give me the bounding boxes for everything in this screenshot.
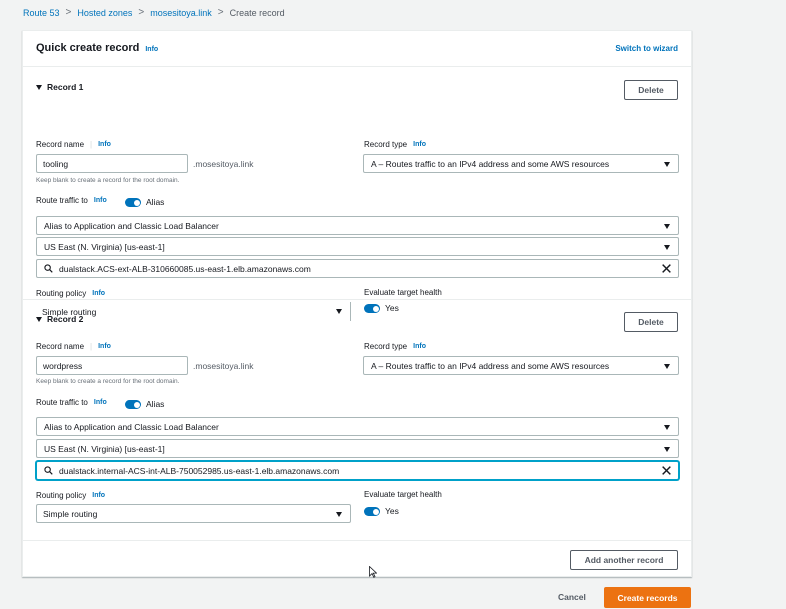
region-select[interactable]: US East (N. Virginia) [us-east-1] [36,439,679,458]
load-balancer-value: dualstack.internal-ACS-int-ALB-750052985… [59,465,340,476]
domain-suffix: .mosesitoya.link [193,361,254,371]
record-2-toggle[interactable]: Record 2 [36,314,83,324]
record-type-value: A – Routes traffic to an IPv4 address an… [371,158,610,169]
record-1-title: Record 1 [47,82,84,92]
breadcrumb: Route 53 > Hosted zones > mosesitoya.lin… [23,7,285,18]
routing-policy-label-text: Routing policy [36,289,87,298]
load-balancer-value: dualstack.ACS-ext-ALB-310660085.us-east-… [59,263,311,274]
chevron-right-icon: > [138,7,145,18]
caret-down-icon [336,512,342,517]
caret-down-icon [36,316,42,322]
record-type-label: Record type Info [364,140,426,149]
alias-label: Alias [146,399,165,409]
close-icon[interactable] [661,263,672,274]
page-title-text: Quick create record [36,42,140,54]
record-name-input[interactable]: wordpress [36,356,188,375]
breadcrumb-route53[interactable]: Route 53 [23,8,60,18]
record-type-label-text: Record type [364,342,408,351]
record-type-value: A – Routes traffic to an IPv4 address an… [371,360,610,371]
routing-policy-info-link[interactable]: Info [92,492,105,499]
evaluate-health-toggle[interactable] [364,507,380,516]
chevron-right-icon: > [217,7,224,18]
switch-to-wizard-link[interactable]: Switch to wizard [615,44,678,53]
evaluate-health-label: Evaluate target health [364,288,442,297]
route-traffic-info-link[interactable]: Info [94,197,107,204]
endpoint-type-value: Alias to Application and Classic Load Ba… [44,421,219,432]
evaluate-health-yes: Yes [385,506,399,516]
record-name-label-text: Record name [36,140,85,149]
region-value: US East (N. Virginia) [us-east-1] [44,443,165,454]
region-select[interactable]: US East (N. Virginia) [us-east-1] [36,237,679,256]
record-type-info-link[interactable]: Info [413,141,426,148]
alias-label: Alias [146,197,165,207]
record-type-select[interactable]: A – Routes traffic to an IPv4 address an… [363,356,679,375]
routing-policy-select[interactable]: Simple routing [36,504,351,523]
record-1-toggle[interactable]: Record 1 [36,82,83,92]
region-value: US East (N. Virginia) [us-east-1] [44,241,165,252]
routing-policy-label-text: Routing policy [36,491,87,500]
record-type-label-text: Record type [364,140,408,149]
caret-down-icon [664,224,670,229]
record-name-info-link[interactable]: Info [98,141,111,148]
quick-create-panel: Quick create record Info Switch to wizar… [22,30,692,577]
alias-toggle[interactable] [125,198,141,207]
delete-record-2-button[interactable]: Delete [624,312,678,332]
cancel-button[interactable]: Cancel [558,592,586,602]
routing-policy-value: Simple routing [43,508,98,519]
create-records-button[interactable]: Create records [604,587,691,608]
endpoint-type-select[interactable]: Alias to Application and Classic Load Ba… [36,216,679,235]
alias-toggle[interactable] [125,400,141,409]
caret-down-icon [664,162,670,167]
record-type-info-link[interactable]: Info [413,343,426,350]
record-1-section: Record 1 Delete Record name | Info tooli… [23,68,691,321]
caret-down-icon [664,425,670,430]
evaluate-health-label: Evaluate target health [364,490,442,499]
routing-policy-label: Routing policy Info [36,491,105,500]
record-name-info-link[interactable]: Info [98,343,111,350]
load-balancer-input[interactable]: dualstack.internal-ACS-int-ALB-750052985… [36,461,679,480]
record-name-input[interactable]: tooling [36,154,188,173]
route-traffic-label-text: Route traffic to [36,196,88,205]
route-traffic-label-text: Route traffic to [36,398,88,407]
info-link[interactable]: Info [145,46,158,53]
close-icon[interactable] [661,465,672,476]
record-name-hint: Keep blank to create a record for the ro… [36,378,180,385]
caret-down-icon [664,245,670,250]
panel-header: Quick create record Info Switch to wizar… [23,31,691,67]
domain-suffix: .mosesitoya.link [193,159,254,169]
endpoint-type-value: Alias to Application and Classic Load Ba… [44,220,219,231]
caret-down-icon [36,84,42,90]
label-divider: | [90,140,93,149]
label-divider: | [90,342,93,351]
record-name-hint: Keep blank to create a record for the ro… [36,177,180,184]
breadcrumb-current: Create record [229,7,285,18]
route-traffic-label: Route traffic to Info [36,196,107,205]
routing-policy-label: Routing policy Info [36,289,105,298]
search-icon [44,466,53,475]
record-name-label-text: Record name [36,342,85,351]
route-traffic-info-link[interactable]: Info [94,399,107,406]
endpoint-type-select[interactable]: Alias to Application and Classic Load Ba… [36,417,679,436]
breadcrumb-hosted-zones[interactable]: Hosted zones [77,8,132,18]
route-traffic-label: Route traffic to Info [36,398,107,407]
caret-down-icon [664,447,670,452]
delete-record-1-button[interactable]: Delete [624,80,678,100]
routing-policy-info-link[interactable]: Info [92,290,105,297]
page-title: Quick create record Info [36,42,158,54]
record-name-label: Record name | Info [36,140,111,149]
load-balancer-input[interactable]: dualstack.ACS-ext-ALB-310660085.us-east-… [36,259,679,278]
mouse-cursor-icon [369,566,377,578]
record-type-select[interactable]: A – Routes traffic to an IPv4 address an… [363,154,679,173]
record-2-title: Record 2 [47,314,84,324]
chevron-right-icon: > [65,7,72,18]
add-another-record-button[interactable]: Add another record [570,550,678,570]
record-2-section: Record 2 Delete Record name | Info wordp… [23,301,691,541]
breadcrumb-zone[interactable]: mosesitoya.link [150,8,212,18]
caret-down-icon [664,364,670,369]
record-type-label: Record type Info [364,342,426,351]
search-icon [44,264,53,273]
record-name-label: Record name | Info [36,342,111,351]
